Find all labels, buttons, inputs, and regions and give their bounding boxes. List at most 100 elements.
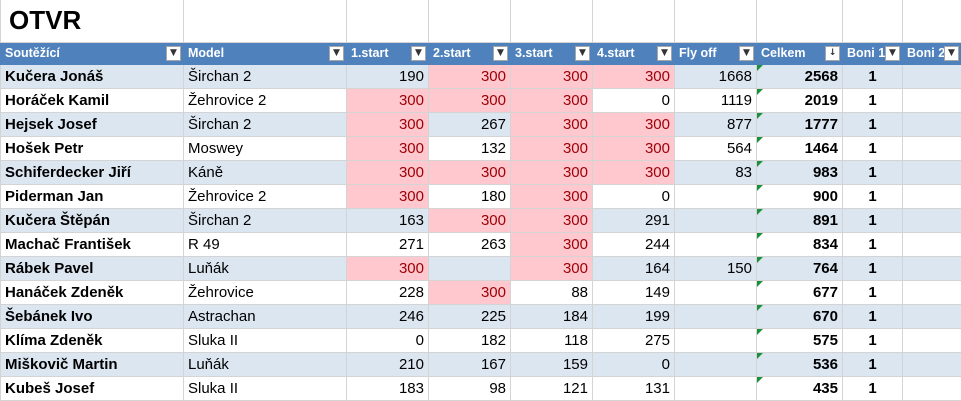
cell-start-2[interactable]: 167	[429, 352, 511, 376]
filter-dropdown-icon[interactable]: ▼	[493, 46, 508, 61]
cell-start-3[interactable]: 300	[511, 208, 593, 232]
cell-fly-off[interactable]	[675, 352, 757, 376]
cell-start-3[interactable]: 184	[511, 304, 593, 328]
cell-name[interactable]: Kučera Štěpán	[1, 208, 184, 232]
cell-start-2[interactable]: 98	[429, 376, 511, 400]
cell-start-4[interactable]: 131	[593, 376, 675, 400]
cell-boni-2[interactable]	[903, 376, 961, 400]
header-boni-1[interactable]: Boni 1▼	[843, 42, 903, 64]
cell-boni-1[interactable]: 1	[843, 88, 903, 112]
empty-cell[interactable]	[184, 0, 347, 42]
cell-model[interactable]: Káně	[184, 160, 347, 184]
cell-start-4[interactable]: 300	[593, 64, 675, 88]
cell-celkem[interactable]: 2019	[757, 88, 843, 112]
cell-start-2[interactable]: 180	[429, 184, 511, 208]
cell-fly-off[interactable]: 1119	[675, 88, 757, 112]
cell-start-1[interactable]: 0	[347, 328, 429, 352]
cell-celkem[interactable]: 677	[757, 280, 843, 304]
cell-start-2[interactable]: 225	[429, 304, 511, 328]
cell-start-4[interactable]: 291	[593, 208, 675, 232]
cell-start-1[interactable]: 300	[347, 256, 429, 280]
cell-start-1[interactable]: 228	[347, 280, 429, 304]
cell-boni-2[interactable]	[903, 208, 961, 232]
cell-name[interactable]: Piderman Jan	[1, 184, 184, 208]
cell-start-2[interactable]: 300	[429, 208, 511, 232]
cell-boni-1[interactable]: 1	[843, 136, 903, 160]
cell-model[interactable]: Žehrovice 2	[184, 184, 347, 208]
cell-start-1[interactable]: 300	[347, 112, 429, 136]
filter-dropdown-icon[interactable]: ▼	[166, 46, 181, 61]
header-model[interactable]: Model▼	[184, 42, 347, 64]
cell-start-4[interactable]: 275	[593, 328, 675, 352]
cell-celkem[interactable]: 983	[757, 160, 843, 184]
cell-boni-2[interactable]	[903, 352, 961, 376]
cell-model[interactable]: Širchan 2	[184, 112, 347, 136]
cell-start-4[interactable]: 300	[593, 136, 675, 160]
empty-cell[interactable]	[429, 0, 511, 42]
header-start-1[interactable]: 1.start▼	[347, 42, 429, 64]
cell-celkem[interactable]: 764	[757, 256, 843, 280]
cell-celkem[interactable]: 900	[757, 184, 843, 208]
cell-model[interactable]: R 49	[184, 232, 347, 256]
cell-start-1[interactable]: 300	[347, 88, 429, 112]
cell-boni-2[interactable]	[903, 160, 961, 184]
cell-start-4[interactable]: 149	[593, 280, 675, 304]
cell-name[interactable]: Hošek Petr	[1, 136, 184, 160]
cell-boni-2[interactable]	[903, 112, 961, 136]
header-soutezici[interactable]: Soutěžící▼	[1, 42, 184, 64]
cell-name[interactable]: Kubeš Josef	[1, 376, 184, 400]
cell-start-3[interactable]: 300	[511, 112, 593, 136]
cell-fly-off[interactable]	[675, 304, 757, 328]
cell-boni-1[interactable]: 1	[843, 304, 903, 328]
cell-celkem[interactable]: 891	[757, 208, 843, 232]
cell-name[interactable]: Schiferdecker Jiří	[1, 160, 184, 184]
cell-start-4[interactable]: 199	[593, 304, 675, 328]
empty-cell[interactable]	[843, 0, 903, 42]
cell-boni-2[interactable]	[903, 256, 961, 280]
cell-start-2[interactable]: 267	[429, 112, 511, 136]
cell-start-4[interactable]: 164	[593, 256, 675, 280]
cell-start-2[interactable]: 182	[429, 328, 511, 352]
cell-model[interactable]: Moswey	[184, 136, 347, 160]
cell-name[interactable]: Kučera Jonáš	[1, 64, 184, 88]
filter-dropdown-icon[interactable]: ▼	[329, 46, 344, 61]
cell-fly-off[interactable]	[675, 232, 757, 256]
cell-start-2[interactable]	[429, 256, 511, 280]
cell-celkem[interactable]: 536	[757, 352, 843, 376]
cell-start-4[interactable]: 300	[593, 160, 675, 184]
cell-fly-off[interactable]: 877	[675, 112, 757, 136]
cell-start-1[interactable]: 210	[347, 352, 429, 376]
cell-boni-1[interactable]: 1	[843, 376, 903, 400]
cell-boni-2[interactable]	[903, 232, 961, 256]
header-fly-off[interactable]: Fly off▼	[675, 42, 757, 64]
cell-boni-2[interactable]	[903, 304, 961, 328]
cell-model[interactable]: Sluka II	[184, 328, 347, 352]
cell-start-3[interactable]: 300	[511, 136, 593, 160]
empty-cell[interactable]	[593, 0, 675, 42]
empty-cell[interactable]	[511, 0, 593, 42]
cell-start-4[interactable]: 300	[593, 112, 675, 136]
cell-start-2[interactable]: 300	[429, 88, 511, 112]
header-boni-2[interactable]: Boni 2▼	[903, 42, 961, 64]
cell-model[interactable]: Sluka II	[184, 376, 347, 400]
cell-fly-off[interactable]	[675, 184, 757, 208]
cell-boni-1[interactable]: 1	[843, 208, 903, 232]
sheet-title-cell[interactable]: OTVR	[1, 0, 184, 42]
cell-model[interactable]: Astrachan	[184, 304, 347, 328]
cell-start-1[interactable]: 271	[347, 232, 429, 256]
cell-start-2[interactable]: 300	[429, 160, 511, 184]
cell-start-3[interactable]: 300	[511, 88, 593, 112]
cell-fly-off[interactable]	[675, 376, 757, 400]
cell-start-1[interactable]: 183	[347, 376, 429, 400]
cell-boni-1[interactable]: 1	[843, 280, 903, 304]
filter-dropdown-icon[interactable]: ▼	[739, 46, 754, 61]
cell-boni-1[interactable]: 1	[843, 256, 903, 280]
filter-dropdown-icon[interactable]: ▼	[411, 46, 426, 61]
cell-fly-off[interactable]	[675, 280, 757, 304]
cell-start-1[interactable]: 300	[347, 160, 429, 184]
cell-fly-off[interactable]: 1668	[675, 64, 757, 88]
cell-celkem[interactable]: 1777	[757, 112, 843, 136]
cell-fly-off[interactable]	[675, 328, 757, 352]
cell-boni-1[interactable]: 1	[843, 184, 903, 208]
cell-start-3[interactable]: 300	[511, 184, 593, 208]
